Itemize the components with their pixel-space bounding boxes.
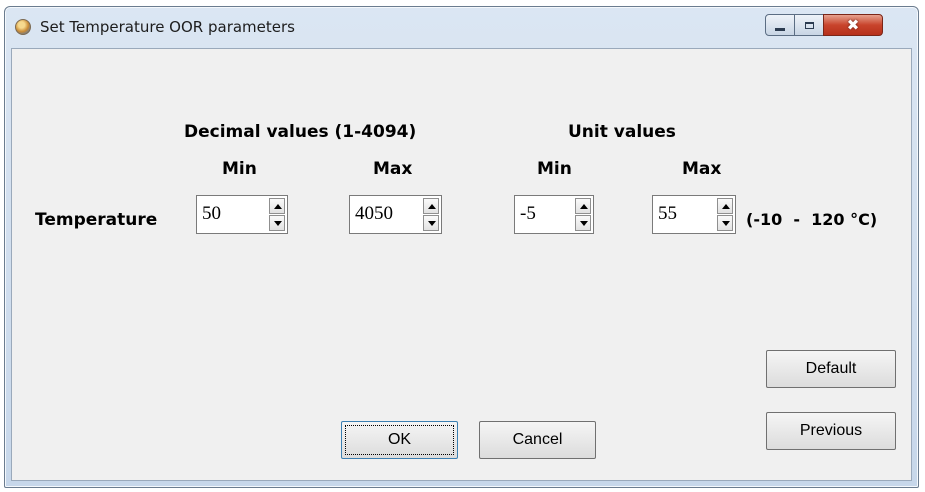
range-hint: (-10 - 120 °C) [746, 210, 878, 229]
unit-values-header: Unit values [568, 122, 676, 142]
decimal-max-value[interactable]: 4050 [355, 203, 393, 225]
decimal-max-spin-buttons [423, 198, 439, 231]
cancel-button[interactable]: Cancel [479, 421, 596, 459]
arrow-down-icon [274, 221, 282, 226]
close-button[interactable]: ✖ [823, 14, 883, 36]
maximize-icon [804, 21, 814, 29]
temperature-label: Temperature [35, 210, 158, 230]
unit-max-value[interactable]: 55 [658, 203, 677, 225]
decimal-max-header: Max [373, 159, 413, 179]
unit-min-spinner[interactable]: -5 [514, 195, 594, 234]
arrow-up-icon [722, 204, 730, 209]
unit-max-spinner[interactable]: 55 [652, 195, 736, 234]
minimize-button[interactable] [765, 14, 795, 36]
arrow-up-icon [428, 204, 436, 209]
unit-min-down-button[interactable] [575, 215, 591, 231]
arrow-down-icon [580, 221, 588, 226]
app-globe-icon [15, 19, 31, 35]
close-icon: ✖ [846, 15, 860, 34]
decimal-min-down-button[interactable] [269, 215, 285, 231]
window-title: Set Temperature OOR parameters [40, 18, 295, 36]
minimize-icon [775, 27, 785, 31]
unit-min-value[interactable]: -5 [520, 203, 536, 225]
unit-max-header: Max [682, 159, 722, 179]
unit-max-down-button[interactable] [717, 215, 733, 231]
focus-ring [345, 425, 454, 455]
arrow-up-icon [580, 204, 588, 209]
unit-min-header: Min [537, 159, 572, 179]
decimal-min-value[interactable]: 50 [202, 203, 221, 225]
title-bar[interactable]: Set Temperature OOR parameters ✖ [5, 7, 918, 47]
dialog-client-area: Decimal values (1-4094) Unit values Min … [11, 48, 912, 481]
ok-button[interactable]: OK [341, 421, 458, 459]
arrow-down-icon [428, 221, 436, 226]
unit-max-up-button[interactable] [717, 198, 733, 214]
previous-button[interactable]: Previous [766, 412, 896, 450]
decimal-max-down-button[interactable] [423, 215, 439, 231]
arrow-down-icon [722, 221, 730, 226]
unit-min-up-button[interactable] [575, 198, 591, 214]
decimal-min-spin-buttons [269, 198, 285, 231]
maximize-button[interactable] [794, 14, 824, 36]
decimal-max-spinner[interactable]: 4050 [349, 195, 442, 234]
arrow-up-icon [274, 204, 282, 209]
decimal-min-spinner[interactable]: 50 [196, 195, 288, 234]
decimal-max-up-button[interactable] [423, 198, 439, 214]
dialog-window: Set Temperature OOR parameters ✖ Decimal… [4, 6, 919, 488]
decimal-values-header: Decimal values (1-4094) [184, 122, 417, 142]
unit-max-spin-buttons [717, 198, 733, 231]
decimal-min-up-button[interactable] [269, 198, 285, 214]
default-button[interactable]: Default [766, 350, 896, 388]
decimal-min-header: Min [222, 159, 257, 179]
unit-min-spin-buttons [575, 198, 591, 231]
